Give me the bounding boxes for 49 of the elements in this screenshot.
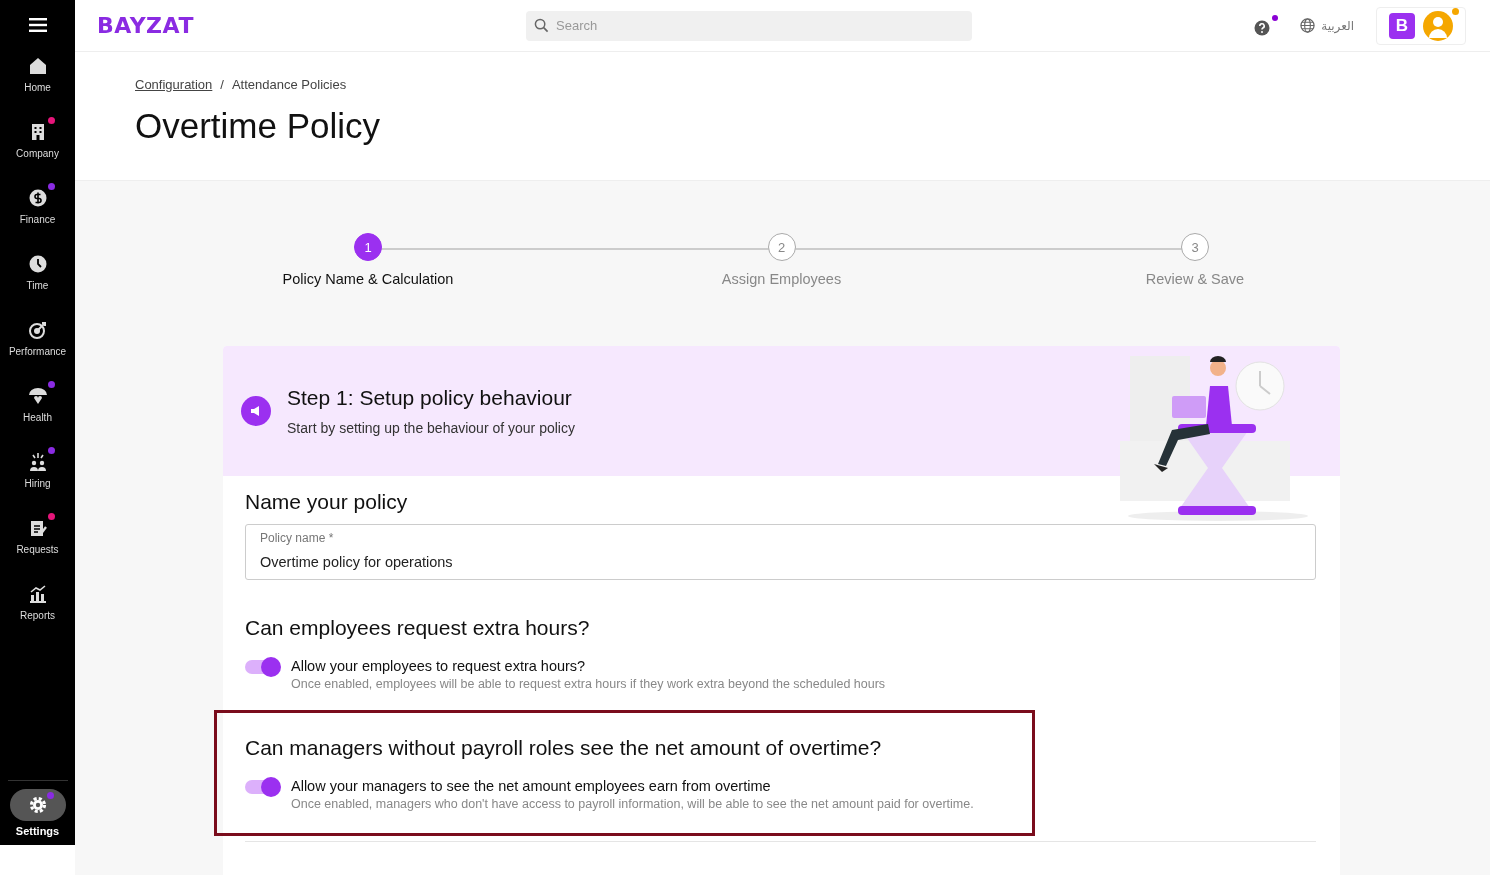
page-title: Overtime Policy [135,106,382,146]
target-icon [27,320,48,340]
sidebar-item[interactable]: Home [2,50,73,116]
sidebar-item[interactable]: Time [2,248,73,314]
language-button[interactable]: العربية [1300,18,1354,33]
banner-subtitle: Start by setting up the behaviour of your policy [287,420,575,436]
avatar-icon [1423,10,1453,41]
account-switcher[interactable]: B [1376,6,1466,45]
sidebar-item[interactable]: Finance [2,182,73,248]
umbrella-heart-icon [27,386,48,406]
search-icon [534,17,549,33]
breadcrumb-text: / [220,77,224,92]
toggle-label: Allow your managers to see the net amount employees earn from overtime [291,778,772,794]
step-number: 1 [354,233,382,261]
sidebar-item[interactable]: Performance [2,314,73,380]
toggle-description: Once enabled, employees will be able to request extra hours if they work extra beyond the scheduled hours [291,677,886,691]
search-field[interactable]: Search [526,10,972,41]
sidebar-item[interactable]: Hiring [2,446,73,512]
banner-title: Step 1: Setup policy behaviour [287,386,573,410]
step-number: 2 [767,233,796,261]
settings-icon [27,795,48,815]
dollar-coin-icon [27,188,48,208]
question-heading: Can managers without payroll roles see the net amount of overtime? [245,736,883,760]
toggle-switch[interactable] [245,660,279,674]
help-icon [1254,20,1271,36]
menu-icon[interactable] [28,18,47,32]
globe-icon [1300,18,1316,33]
field-label: Policy name * [260,531,334,545]
clock-icon [27,254,48,274]
section-heading: Name your policy [245,490,409,514]
home-icon [27,56,48,76]
bar-chart-icon [27,584,48,604]
megaphone-icon [241,396,271,426]
breadcrumb-link[interactable]: Configuration [135,77,213,92]
people-icon [27,452,48,472]
toggle-label: Allow your employees to request extra hours? [291,658,587,674]
step-number: 3 [1181,233,1209,261]
breadcrumb-text: Attendance Policies [231,77,347,92]
logo[interactable]: BAYZAT [97,13,526,38]
sidebar-item[interactable]: Company [2,116,73,182]
help-button[interactable] [1254,15,1279,36]
toggle-description: Once enabled, managers who don't have access to payroll information, will be able to see the net amount paid for overtime. [291,797,974,811]
sidebar-item[interactable]: Requests [2,512,73,578]
sidebar-item[interactable]: Health [2,380,73,446]
sidebar-item[interactable]: Reports [2,578,73,644]
company-logo: B [1389,12,1415,39]
toggle-switch[interactable] [245,780,279,794]
question-heading: Can employees request extra hours? [245,616,591,640]
step-label[interactable]: Policy Name & Calculation [282,271,454,287]
